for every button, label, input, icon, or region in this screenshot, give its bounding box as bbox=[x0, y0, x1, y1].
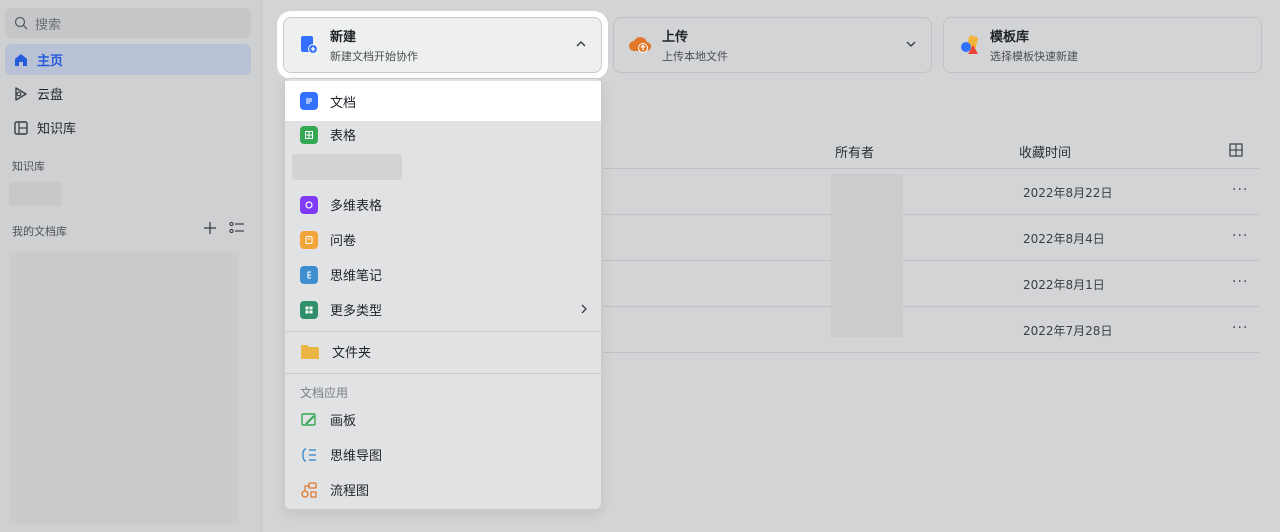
card-subtitle: 上传本地文件 bbox=[662, 50, 728, 63]
menu-item-label: 更多类型 bbox=[330, 304, 383, 319]
drive-icon bbox=[15, 86, 27, 101]
sidebar-item-label: 主页 bbox=[37, 54, 64, 69]
more-types-icon bbox=[300, 300, 318, 319]
menu-item-label: 多维表格 bbox=[330, 199, 383, 214]
menu-item-mindmap[interactable]: 思维导图 bbox=[285, 437, 601, 472]
menu-divider bbox=[285, 331, 601, 332]
search-input[interactable]: 搜索 bbox=[5, 8, 251, 38]
blurred-owner-column bbox=[831, 174, 903, 337]
section-label-my-docs: 我的文档库 bbox=[12, 225, 67, 238]
mindnote-icon bbox=[300, 265, 318, 284]
row-divider bbox=[603, 214, 1259, 215]
menu-item-mindnote[interactable]: 思维笔记 bbox=[285, 257, 601, 292]
menu-item-sheet[interactable]: 表格 bbox=[285, 117, 601, 152]
menu-item-label: 思维笔记 bbox=[330, 269, 383, 284]
sidebar-item-label: 云盘 bbox=[37, 88, 64, 103]
upload-card[interactable]: 上传 上传本地文件 bbox=[613, 17, 932, 73]
doc-icon bbox=[300, 92, 318, 110]
card-title: 模板库 bbox=[990, 30, 1030, 45]
upload-cloud-icon bbox=[629, 37, 652, 53]
menu-item-more-types[interactable]: 更多类型 bbox=[285, 292, 601, 327]
menu-item-label: 文档 bbox=[330, 95, 357, 111]
row-divider bbox=[603, 306, 1259, 307]
card-title: 新建 bbox=[330, 30, 357, 45]
add-icon[interactable] bbox=[203, 221, 217, 235]
new-dropdown-menu: 文档 表格 多维表格 问卷 思维笔记 更多类型 文件夹 文档应用 画板 思维导图… bbox=[284, 78, 602, 510]
folder-icon bbox=[301, 344, 319, 359]
template-icon bbox=[961, 35, 979, 54]
menu-item-folder[interactable]: 文件夹 bbox=[285, 334, 601, 369]
list-icon[interactable] bbox=[229, 221, 245, 235]
menu-item-bitable[interactable]: 多维表格 bbox=[285, 187, 601, 222]
more-options-button[interactable]: ··· bbox=[1232, 228, 1248, 244]
menu-item-survey[interactable]: 问卷 bbox=[285, 222, 601, 257]
favorite-date: 2022年7月28日 bbox=[1023, 324, 1113, 338]
new-card[interactable]: 新建 新建文档开始协作 bbox=[283, 17, 602, 73]
row-divider bbox=[603, 260, 1259, 261]
whiteboard-icon bbox=[301, 412, 316, 426]
mindmap-icon bbox=[302, 447, 316, 462]
row-divider bbox=[603, 352, 1259, 353]
grid-view-icon[interactable] bbox=[1229, 143, 1243, 157]
home-icon bbox=[15, 53, 27, 66]
menu-item-label: 画板 bbox=[330, 414, 357, 429]
menu-item-label: 流程图 bbox=[330, 484, 370, 499]
menu-item-label: 表格 bbox=[330, 129, 357, 144]
favorite-date: 2022年8月22日 bbox=[1023, 186, 1113, 200]
menu-item-label: 思维导图 bbox=[330, 449, 383, 464]
more-options-button[interactable]: ··· bbox=[1232, 182, 1248, 198]
blurred-wiki-item[interactable] bbox=[9, 182, 62, 206]
sidebar-item-wiki[interactable]: 知识库 bbox=[5, 112, 251, 143]
menu-item-flowchart[interactable]: 流程图 bbox=[285, 472, 601, 507]
chevron-up-icon bbox=[576, 41, 586, 47]
menu-item-whiteboard[interactable]: 画板 bbox=[285, 402, 601, 437]
apps-section-label: 文档应用 bbox=[300, 386, 349, 400]
blurred-doc-tree bbox=[9, 252, 239, 524]
sidebar-item-drive[interactable]: 云盘 bbox=[5, 78, 251, 109]
flowchart-icon bbox=[301, 481, 317, 498]
survey-icon bbox=[300, 230, 318, 249]
favorite-date: 2022年8月4日 bbox=[1023, 232, 1105, 246]
menu-item-label: 问卷 bbox=[330, 234, 357, 249]
chevron-right-icon bbox=[581, 304, 587, 314]
card-subtitle: 新建文档开始协作 bbox=[330, 50, 418, 63]
owner-column-header[interactable]: 所有者 bbox=[835, 142, 874, 161]
sidebar-item-home[interactable]: 主页 bbox=[5, 44, 251, 75]
more-options-button[interactable]: ··· bbox=[1232, 320, 1248, 336]
more-options-button[interactable]: ··· bbox=[1232, 274, 1248, 290]
time-column-header[interactable]: 收藏时间 bbox=[1019, 142, 1071, 161]
bitable-icon bbox=[300, 195, 318, 214]
search-placeholder: 搜索 bbox=[35, 17, 62, 33]
template-card[interactable]: 模板库 选择模板快速新建 bbox=[943, 17, 1262, 73]
card-subtitle: 选择模板快速新建 bbox=[990, 50, 1078, 63]
section-label-wiki: 知识库 bbox=[12, 160, 45, 173]
chevron-down-icon bbox=[906, 41, 916, 47]
card-title: 上传 bbox=[662, 30, 689, 45]
sheet-icon bbox=[300, 125, 318, 144]
sidebar-item-label: 知识库 bbox=[37, 122, 77, 137]
favorite-date: 2022年8月1日 bbox=[1023, 278, 1105, 292]
menu-item-doc[interactable]: 文档 bbox=[285, 81, 601, 121]
my-docs-actions bbox=[203, 221, 245, 235]
menu-divider bbox=[285, 373, 601, 374]
search-icon bbox=[14, 16, 28, 30]
wiki-icon bbox=[14, 120, 28, 135]
sidebar: 搜索 主页 云盘 知识库 知识库 我的文档库 bbox=[0, 0, 262, 532]
new-doc-icon bbox=[301, 36, 318, 54]
blurred-menu-item[interactable] bbox=[292, 154, 402, 180]
menu-item-label: 文件夹 bbox=[332, 346, 372, 361]
row-divider bbox=[603, 168, 1259, 169]
